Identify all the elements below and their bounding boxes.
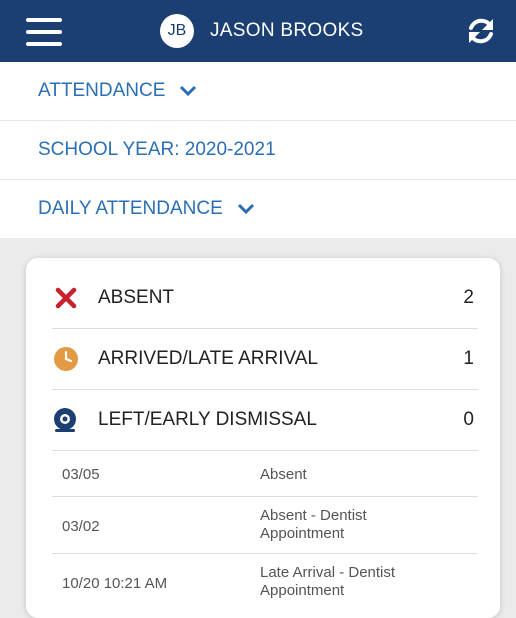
school-year-selector[interactable]: SCHOOL YEAR: 2020-2021 — [0, 121, 516, 180]
clock-icon — [52, 345, 80, 373]
detail-date: 10/20 10:21 AM — [62, 575, 168, 592]
refresh-icon[interactable] — [466, 16, 496, 46]
detail-date: 03/05 — [62, 466, 100, 483]
summary-count: 1 — [463, 348, 474, 369]
chevron-down-icon — [180, 85, 197, 97]
attendance-label: ATTENDANCE — [38, 80, 166, 101]
summary-row-late-arrival[interactable]: ARRIVED/LATE ARRIVAL 1 — [52, 329, 478, 390]
summary-count: 2 — [463, 287, 474, 308]
daily-attendance-label: DAILY ATTENDANCE — [38, 198, 223, 219]
x-mark-icon — [52, 284, 80, 312]
attendance-nav: ATTENDANCE SCHOOL YEAR: 2020-2021 DAILY … — [0, 62, 516, 238]
detail-row[interactable]: 03/05 Absent — [52, 452, 478, 497]
avatar: JB — [160, 14, 194, 48]
daily-attendance-dropdown[interactable]: DAILY ATTENDANCE — [0, 180, 516, 238]
summary-label: ABSENT — [98, 287, 175, 308]
summary-row-absent[interactable]: ABSENT 2 — [52, 268, 478, 329]
attendance-summary-card: ABSENT 2 ARRIVED/LATE ARRIVAL 1 LEFT/EAR… — [26, 258, 500, 618]
summary-label: LEFT/EARLY DISMISSAL — [98, 409, 317, 430]
detail-description: Absent — [260, 466, 307, 483]
attendance-dropdown[interactable]: ATTENDANCE — [0, 62, 516, 121]
summary-count: 0 — [463, 409, 474, 430]
chevron-down-icon — [237, 203, 254, 215]
top-bar: JB JASON BROOKS — [0, 0, 516, 62]
summary-label: ARRIVED/LATE ARRIVAL — [98, 348, 318, 369]
school-year-label: SCHOOL YEAR: 2020-2021 — [38, 139, 276, 160]
summary-row-early-dismissal[interactable]: LEFT/EARLY DISMISSAL 0 — [52, 390, 478, 451]
detail-row[interactable]: 10/20 10:21 AM Late Arrival - Dentist Ap… — [52, 554, 478, 614]
departure-icon — [52, 406, 80, 434]
user-profile[interactable]: JB JASON BROOKS — [160, 14, 364, 48]
hamburger-menu-icon[interactable] — [26, 18, 62, 46]
user-name: JASON BROOKS — [210, 20, 364, 41]
detail-row[interactable]: 03/02 Absent - Dentist Appointment — [52, 497, 478, 554]
detail-date: 03/02 — [62, 518, 100, 535]
detail-description: Late Arrival - Dentist Appointment — [260, 564, 396, 599]
detail-description: Absent - Dentist Appointment — [260, 507, 367, 542]
